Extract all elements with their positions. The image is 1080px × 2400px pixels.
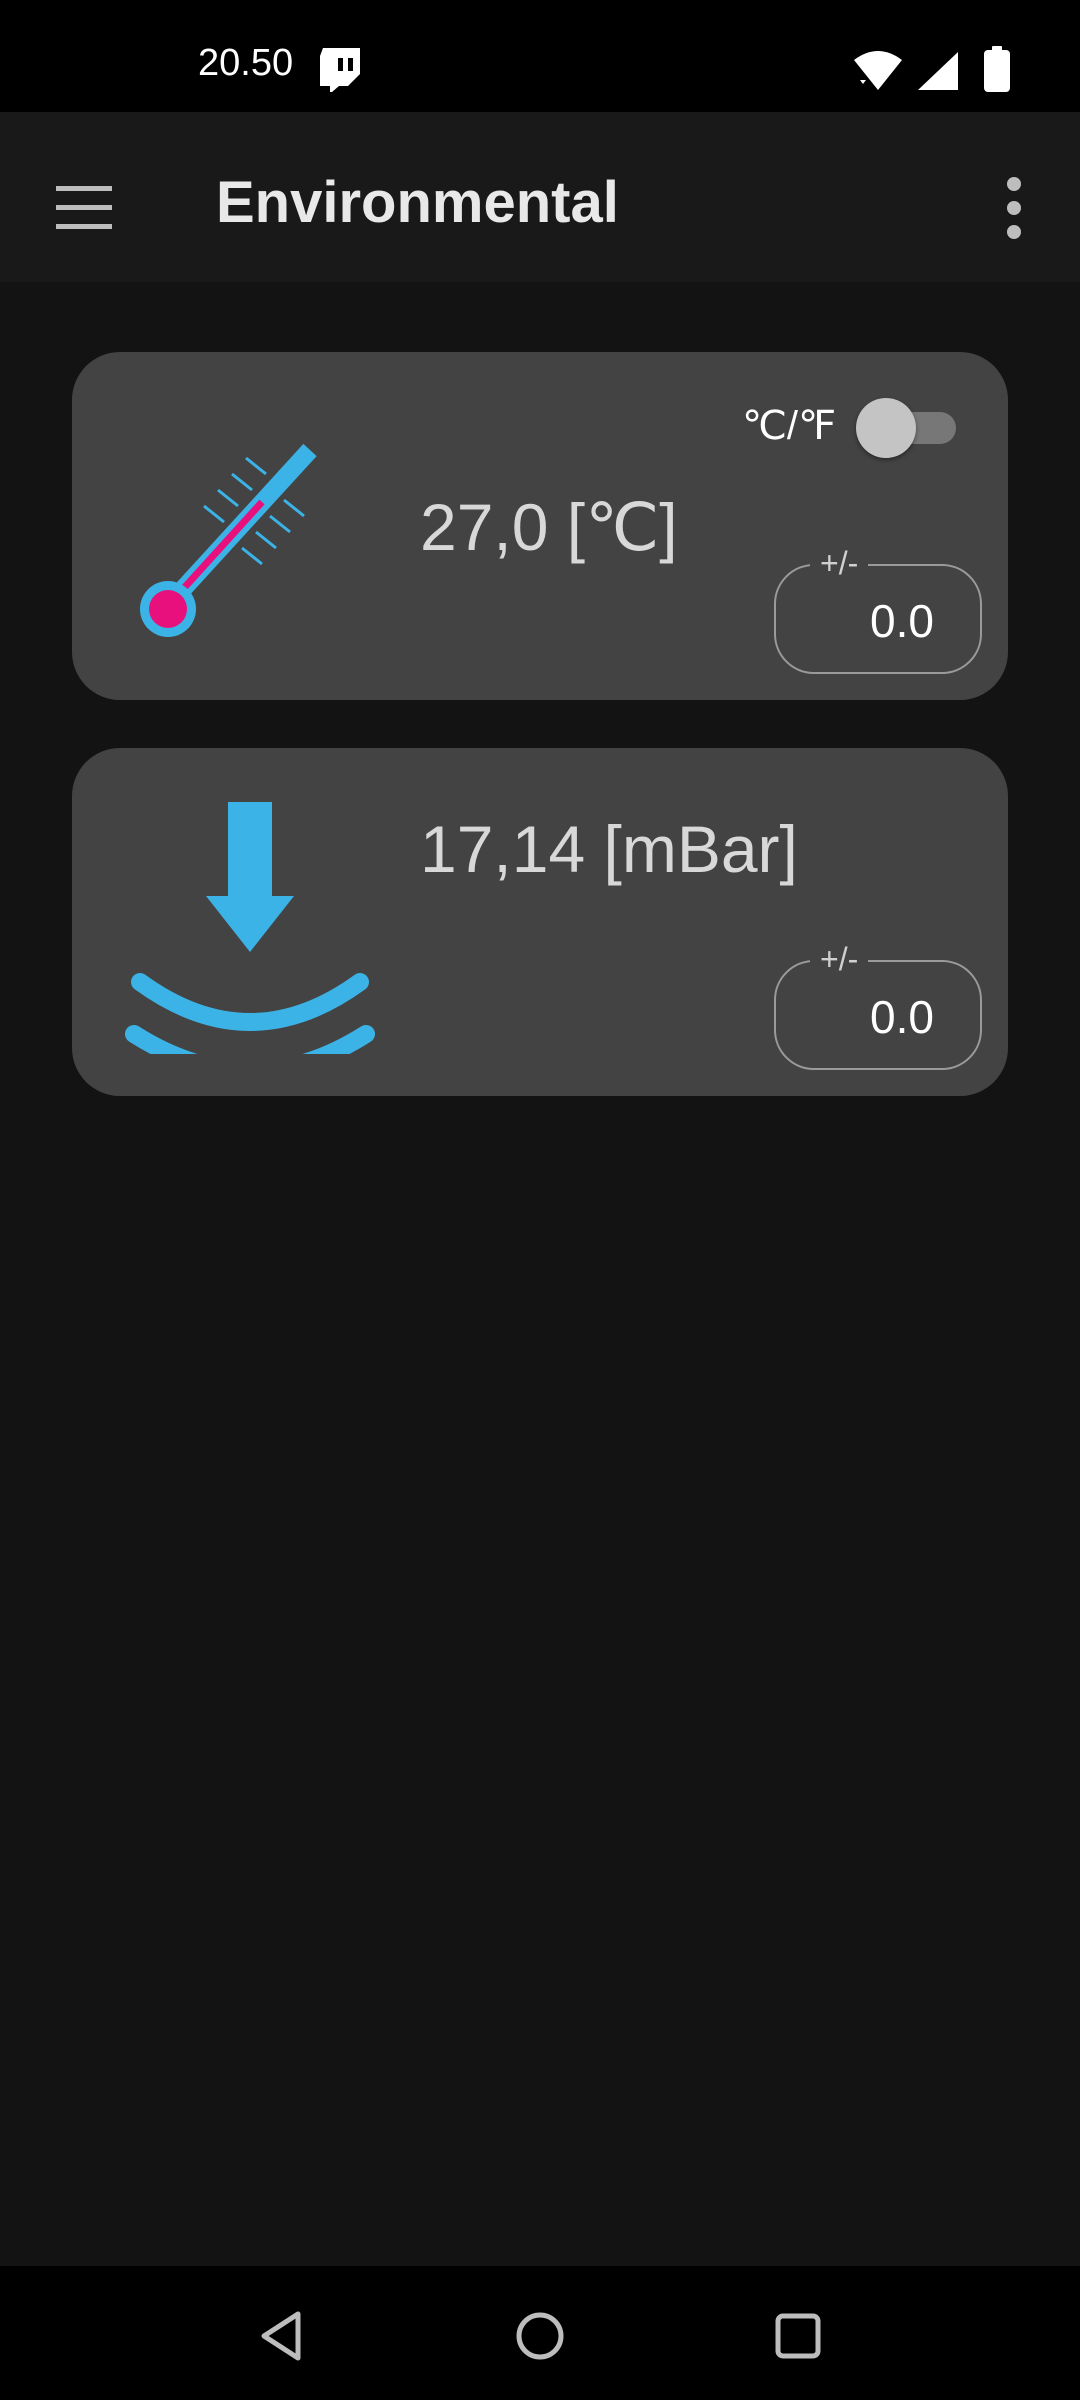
navigation-bar <box>0 2266 1080 2400</box>
thermometer-icon <box>140 443 317 637</box>
status-bar: 20.50 <box>0 0 1080 112</box>
unit-toggle-switch[interactable] <box>856 398 956 458</box>
page-title: Environmental <box>216 170 619 235</box>
temperature-card: 27,0 [℃] ℃/℉ +/- 0.0 <box>72 352 1008 700</box>
offset-label: +/- <box>810 545 869 582</box>
temperature-reading: 27,0 [℃] <box>420 490 678 564</box>
pressure-reading: 17,14 [mBar] <box>420 812 798 886</box>
twitch-icon <box>320 48 360 92</box>
more-vert-icon[interactable] <box>990 166 1038 254</box>
offset-label: +/- <box>810 941 869 978</box>
hamburger-menu-icon[interactable] <box>40 164 128 252</box>
app-bar: Environmental <box>0 112 1080 282</box>
status-time: 20.50 <box>198 42 294 84</box>
recents-icon[interactable] <box>768 2306 828 2366</box>
pressure-offset-field[interactable]: +/- 0.0 <box>774 941 982 1070</box>
pressure-card: 17,14 [mBar] +/- 0.0 <box>72 748 1008 1096</box>
signal-icon <box>918 52 958 90</box>
offset-value[interactable]: 0.0 <box>870 598 934 644</box>
back-icon[interactable] <box>254 2306 314 2366</box>
offset-value[interactable]: 0.0 <box>870 994 934 1040</box>
battery-icon <box>984 46 1010 92</box>
switch-thumb <box>856 398 916 458</box>
temperature-offset-field[interactable]: +/- 0.0 <box>774 545 982 674</box>
unit-toggle-label: ℃/℉ <box>742 404 837 448</box>
wifi-icon <box>854 51 902 90</box>
pressure-down-icon <box>125 802 375 1054</box>
home-icon[interactable] <box>510 2306 570 2366</box>
